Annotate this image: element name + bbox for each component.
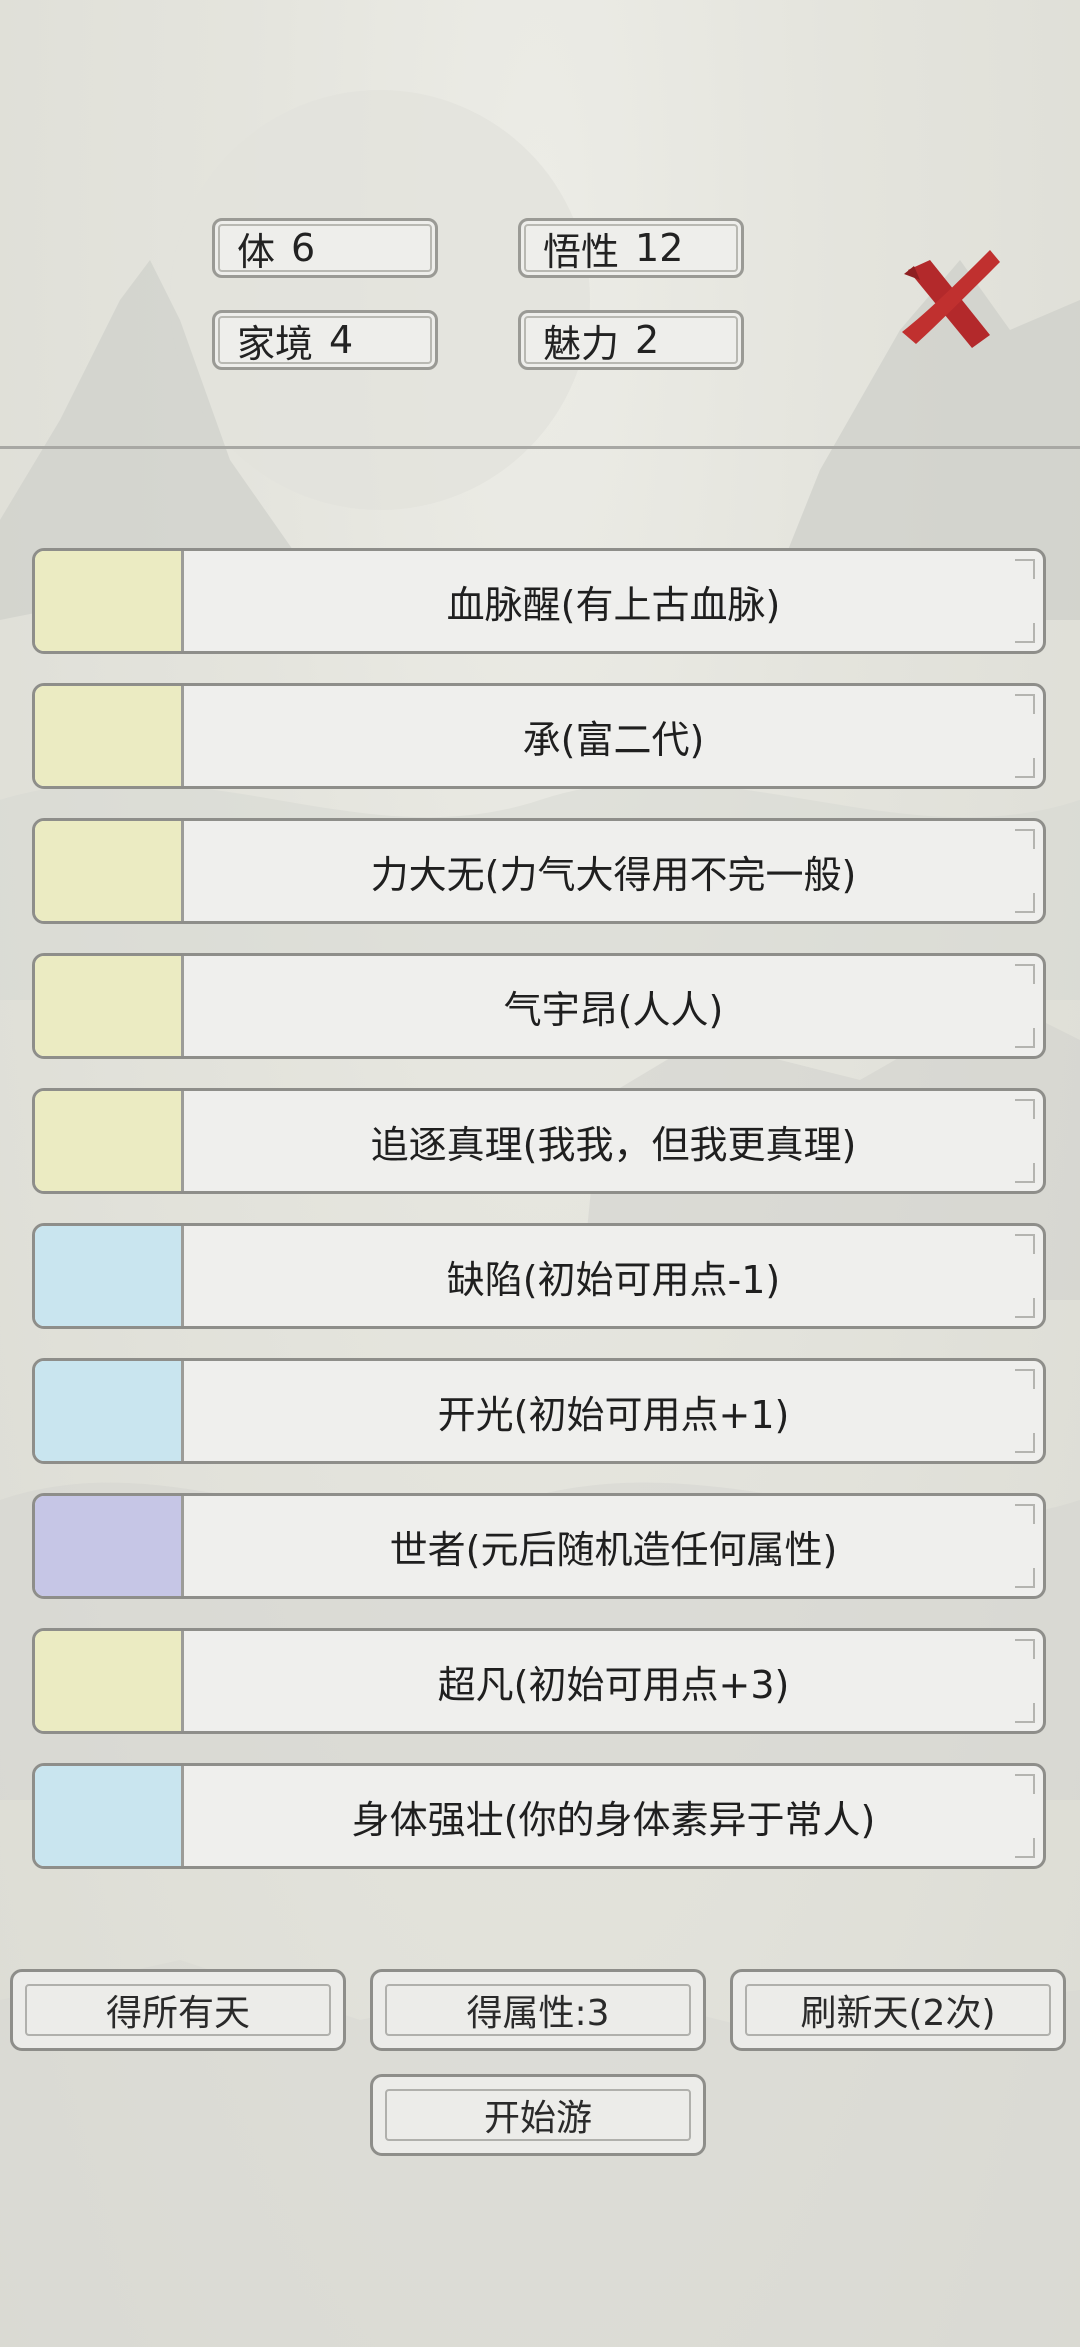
trait-rarity-swatch bbox=[35, 1361, 184, 1461]
get-all-talents-button[interactable]: 得所有天 bbox=[10, 1969, 346, 2051]
trait-label: 气宇昂(人人) bbox=[503, 987, 724, 1032]
stat-value: 12 bbox=[635, 226, 684, 270]
trait-label: 开光(初始可用点+1) bbox=[437, 1392, 790, 1437]
trait-item[interactable]: 力大无(力气大得用不完一般) bbox=[32, 818, 1046, 924]
refresh-talents-button[interactable]: 刷新天(2次) bbox=[730, 1969, 1066, 2051]
stat-label: 家境 bbox=[237, 321, 314, 366]
trait-label: 血脉醒(有上古血脉) bbox=[446, 582, 781, 627]
stat-value: 4 bbox=[329, 318, 354, 362]
trait-item[interactable]: 追逐真理(我我，但我更真理) bbox=[32, 1088, 1046, 1194]
trait-item[interactable]: 承(富二代) bbox=[32, 683, 1046, 789]
trait-rarity-swatch bbox=[35, 1226, 184, 1326]
close-x-icon[interactable] bbox=[890, 240, 1010, 360]
trait-label: 缺陷(初始可用点-1) bbox=[446, 1257, 781, 1302]
trait-item[interactable]: 血脉醒(有上古血脉) bbox=[32, 548, 1046, 654]
start-game-button[interactable]: 开始游 bbox=[370, 2074, 706, 2156]
button-label: 得属性:3 bbox=[466, 1993, 610, 2034]
stat-label: 悟性 bbox=[543, 229, 620, 274]
trait-rarity-swatch bbox=[35, 1766, 184, 1866]
stat-label: 魅力 bbox=[543, 321, 620, 366]
trait-label: 追逐真理(我我，但我更真理) bbox=[370, 1122, 857, 1167]
trait-rarity-swatch bbox=[35, 821, 184, 921]
button-label: 刷新天(2次) bbox=[800, 1993, 996, 2034]
trait-item[interactable]: 缺陷(初始可用点-1) bbox=[32, 1223, 1046, 1329]
stat-family: 家境 4 bbox=[212, 310, 438, 370]
button-label: 开始游 bbox=[483, 2098, 592, 2139]
trait-label: 世者(元后随机造任何属性) bbox=[389, 1527, 838, 1572]
trait-rarity-swatch bbox=[35, 956, 184, 1056]
stat-comprehension: 悟性 12 bbox=[518, 218, 744, 278]
stat-value: 6 bbox=[291, 226, 316, 270]
stat-label: 体 bbox=[237, 229, 276, 274]
trait-label: 超凡(初始可用点+3) bbox=[437, 1662, 790, 1707]
trait-rarity-swatch bbox=[35, 1631, 184, 1731]
get-attribute-button[interactable]: 得属性:3 bbox=[370, 1969, 706, 2051]
trait-item[interactable]: 世者(元后随机造任何属性) bbox=[32, 1493, 1046, 1599]
trait-rarity-swatch bbox=[35, 1091, 184, 1191]
trait-item[interactable]: 气宇昂(人人) bbox=[32, 953, 1046, 1059]
trait-rarity-swatch bbox=[35, 686, 184, 786]
trait-item[interactable]: 超凡(初始可用点+3) bbox=[32, 1628, 1046, 1734]
stat-value: 2 bbox=[635, 318, 660, 362]
trait-item[interactable]: 开光(初始可用点+1) bbox=[32, 1358, 1046, 1464]
trait-item[interactable]: 身体强壮(你的身体素异于常人) bbox=[32, 1763, 1046, 1869]
trait-label: 身体强壮(你的身体素异于常人) bbox=[351, 1797, 876, 1842]
stat-physique: 体 6 bbox=[212, 218, 438, 278]
trait-label: 力大无(力气大得用不完一般) bbox=[370, 852, 857, 897]
divider bbox=[0, 446, 1080, 449]
trait-rarity-swatch bbox=[35, 551, 184, 651]
trait-rarity-swatch bbox=[35, 1496, 184, 1596]
stat-charm: 魅力 2 bbox=[518, 310, 744, 370]
button-label: 得所有天 bbox=[105, 1993, 250, 2034]
trait-label: 承(富二代) bbox=[522, 717, 705, 762]
